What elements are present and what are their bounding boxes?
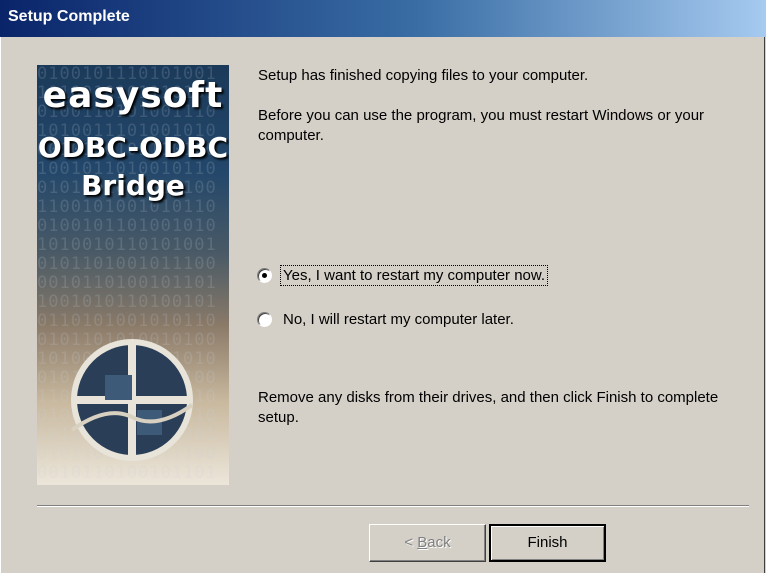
radio-restart-now[interactable]: Yes, I want to restart my computer now. xyxy=(257,263,549,287)
product-name-line1: ODBC-ODBC xyxy=(37,131,229,164)
brand-logo-text: easysoft xyxy=(42,75,224,116)
back-button-accelerator: B xyxy=(417,534,428,551)
radio-button-unselected[interactable] xyxy=(257,311,272,327)
radio-button-selected[interactable] xyxy=(257,267,272,283)
radio-restart-later[interactable]: No, I will restart my computer later. xyxy=(257,307,516,331)
setup-finished-text: Setup has finished copying files to your… xyxy=(258,67,589,84)
radio-restart-now-label[interactable]: Yes, I want to restart my computer now. xyxy=(279,264,549,286)
product-name-line2: Bridge xyxy=(81,169,185,202)
radio-restart-later-label[interactable]: No, I will restart my computer later. xyxy=(281,310,516,329)
back-button-prefix: < xyxy=(404,534,418,551)
back-button-label-rest: ack xyxy=(427,534,451,551)
product-banner-image: 0100101110101001 1010010101110101 010011… xyxy=(37,65,229,485)
separator xyxy=(37,505,749,507)
finish-button[interactable]: Finish xyxy=(489,524,606,562)
restart-required-text: Before you can use the program, you must… xyxy=(258,107,705,144)
window-title: Setup Complete xyxy=(8,8,130,25)
globe-bridge-icon xyxy=(70,339,194,461)
remove-disks-text: Remove any disks from their drives, and … xyxy=(258,389,719,426)
title-bar[interactable]: Setup Complete xyxy=(0,0,766,37)
back-button[interactable]: < Back xyxy=(369,524,486,562)
